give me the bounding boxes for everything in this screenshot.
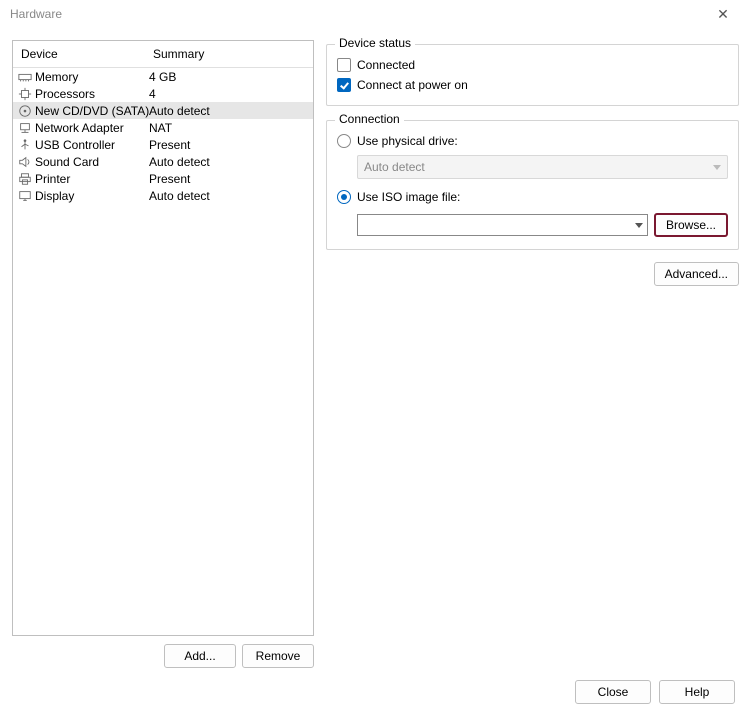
disc-icon [17, 104, 33, 118]
device-name: Processors [33, 87, 145, 101]
advanced-button[interactable]: Advanced... [654, 262, 739, 286]
remove-button[interactable]: Remove [242, 644, 314, 668]
device-name: Network Adapter [33, 121, 145, 135]
physical-drive-value: Auto detect [364, 160, 425, 174]
iso-label: Use ISO image file: [357, 190, 460, 204]
physical-drive-label: Use physical drive: [357, 134, 458, 148]
device-summary: Present [145, 138, 309, 152]
power-on-row[interactable]: Connect at power on [337, 75, 728, 95]
dialog-footer: Close Help [0, 668, 749, 716]
physical-drive-radio[interactable] [337, 134, 351, 148]
titlebar: Hardware ✕ [0, 0, 749, 28]
device-summary: Auto detect [145, 189, 309, 203]
iso-file-select[interactable] [357, 214, 648, 236]
table-row[interactable]: Processors4 [13, 85, 313, 102]
iso-radio[interactable] [337, 190, 351, 204]
physical-drive-row[interactable]: Use physical drive: [337, 131, 728, 151]
add-button[interactable]: Add... [164, 644, 236, 668]
device-summary: Auto detect [145, 104, 309, 118]
table-row[interactable]: New CD/DVD (SATA)Auto detect [13, 102, 313, 119]
iso-row[interactable]: Use ISO image file: [337, 187, 728, 207]
device-name: Memory [33, 70, 145, 84]
table-row[interactable]: Network AdapterNAT [13, 119, 313, 136]
header-device: Device [13, 41, 145, 67]
device-status-group: Device status Connected Connect at power… [326, 44, 739, 106]
list-header: Device Summary [13, 41, 313, 68]
network-icon [17, 121, 33, 135]
cpu-icon [17, 87, 33, 101]
device-name: Sound Card [33, 155, 145, 169]
close-button[interactable]: Close [575, 680, 651, 704]
help-button[interactable]: Help [659, 680, 735, 704]
connection-group: Connection Use physical drive: Auto dete… [326, 120, 739, 250]
table-row[interactable]: USB ControllerPresent [13, 136, 313, 153]
power-on-checkbox[interactable] [337, 78, 351, 92]
table-row[interactable]: DisplayAuto detect [13, 187, 313, 204]
device-status-legend: Device status [335, 36, 415, 50]
device-name: Display [33, 189, 145, 203]
connected-checkbox[interactable] [337, 58, 351, 72]
device-summary: 4 GB [145, 70, 309, 84]
table-row[interactable]: Memory4 GB [13, 68, 313, 85]
memory-icon [17, 70, 33, 84]
chevron-down-icon [635, 223, 643, 228]
display-icon [17, 189, 33, 203]
device-summary: Auto detect [145, 155, 309, 169]
table-row[interactable]: Sound CardAuto detect [13, 153, 313, 170]
sound-icon [17, 155, 33, 169]
device-name: New CD/DVD (SATA) [33, 104, 145, 118]
device-summary: NAT [145, 121, 309, 135]
usb-icon [17, 138, 33, 152]
device-summary: 4 [145, 87, 309, 101]
connected-label: Connected [357, 58, 415, 72]
header-summary: Summary [145, 41, 313, 67]
browse-button[interactable]: Browse... [654, 213, 728, 237]
close-icon[interactable]: ✕ [703, 6, 743, 23]
right-panel: Device status Connected Connect at power… [326, 40, 739, 668]
device-name: USB Controller [33, 138, 145, 152]
advanced-row: Advanced... [326, 262, 739, 286]
power-on-label: Connect at power on [357, 78, 468, 92]
device-summary: Present [145, 172, 309, 186]
physical-drive-select: Auto detect [357, 155, 728, 179]
table-row[interactable]: PrinterPresent [13, 170, 313, 187]
window-title: Hardware [6, 7, 703, 21]
iso-input-row: Browse... [357, 213, 728, 237]
chevron-down-icon [713, 165, 721, 170]
device-list[interactable]: Device Summary Memory4 GBProcessors4New … [12, 40, 314, 636]
connection-legend: Connection [335, 112, 404, 126]
connected-row[interactable]: Connected [337, 55, 728, 75]
content-area: Device Summary Memory4 GBProcessors4New … [0, 28, 749, 668]
device-name: Printer [33, 172, 145, 186]
device-list-buttons: Add... Remove [12, 636, 314, 668]
left-panel: Device Summary Memory4 GBProcessors4New … [12, 40, 314, 668]
printer-icon [17, 172, 33, 186]
